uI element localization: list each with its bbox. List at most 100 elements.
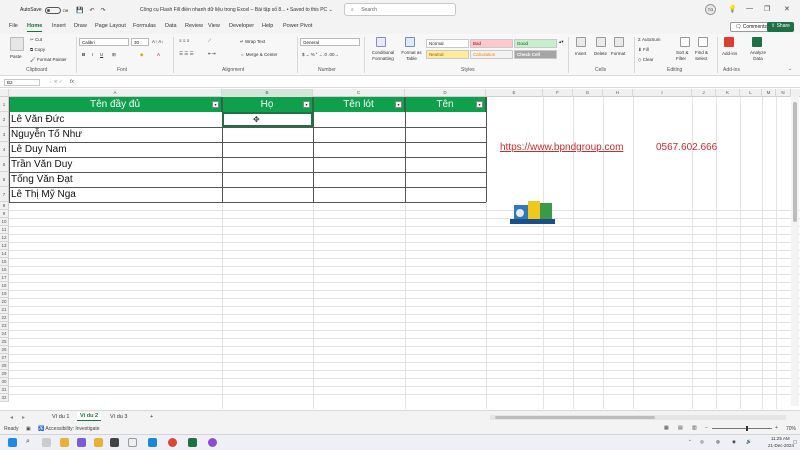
- paste-label[interactable]: Paste: [10, 54, 22, 59]
- app-icon[interactable]: [110, 438, 119, 447]
- style-bad[interactable]: Bad: [470, 39, 513, 48]
- format-as-table-icon[interactable]: [405, 37, 415, 47]
- network-icon[interactable]: ◉: [732, 439, 736, 445]
- conditional-formatting-icon[interactable]: [376, 37, 386, 47]
- tab-insert[interactable]: Insert: [52, 23, 66, 29]
- column-header[interactable]: H: [603, 89, 633, 97]
- volume-icon[interactable]: 🔊: [746, 439, 752, 445]
- folder-icon[interactable]: [94, 438, 103, 447]
- align-top-icon[interactable]: ≡ ≡ ≡: [179, 38, 189, 43]
- tab-help[interactable]: Help: [262, 23, 273, 29]
- analyze-data-icon[interactable]: [752, 37, 762, 47]
- app-icon[interactable]: [77, 438, 86, 447]
- row-header[interactable]: 10: [0, 218, 9, 226]
- delete-cells-icon[interactable]: [596, 37, 606, 47]
- undo-icon[interactable]: ↶: [89, 7, 94, 14]
- autosum-button[interactable]: Σ AutoSum: [638, 37, 661, 42]
- fx-icon[interactable]: fx: [70, 79, 74, 85]
- analyze-data-label[interactable]: Analyze Data: [748, 50, 768, 62]
- insert-label[interactable]: Insert: [575, 51, 586, 56]
- wrap-text-button[interactable]: ↵ Wrap Text: [240, 39, 265, 45]
- row-header[interactable]: 29: [0, 370, 9, 378]
- minimize-button[interactable]: —: [746, 5, 753, 12]
- table-header-cell[interactable]: Tên đầy đủ ▾: [9, 97, 222, 112]
- row-header[interactable]: 19: [0, 290, 9, 298]
- column-header[interactable]: M: [762, 89, 776, 97]
- column-header[interactable]: I: [633, 89, 692, 97]
- addins-icon[interactable]: [724, 37, 734, 47]
- styles-scroll-icon[interactable]: ▴▾: [559, 39, 564, 45]
- format-painter-button[interactable]: 🖌 Format Painter: [30, 57, 67, 63]
- chrome-browser-icon[interactable]: [168, 438, 177, 447]
- task-view-icon[interactable]: [42, 438, 51, 447]
- addins-label[interactable]: Add-ins: [722, 51, 737, 56]
- underline-icon[interactable]: U: [100, 52, 103, 57]
- row-header[interactable]: 24: [0, 330, 9, 338]
- restore-button[interactable]: ❐: [764, 5, 770, 13]
- zoom-slider-handle[interactable]: [746, 426, 748, 431]
- bold-icon[interactable]: B: [82, 52, 85, 57]
- tab-page-layout[interactable]: Page Layout: [95, 23, 126, 29]
- app-tray-icon[interactable]: ◍: [716, 439, 720, 445]
- normal-view-icon[interactable]: ▦: [664, 425, 669, 431]
- column-header[interactable]: E: [486, 89, 543, 97]
- row-header[interactable]: 18: [0, 282, 9, 290]
- row-header[interactable]: 2: [0, 112, 9, 127]
- notifications-icon[interactable]: ▢: [793, 439, 797, 445]
- row-header[interactable]: 31: [0, 386, 9, 394]
- page-layout-view-icon[interactable]: ▤: [678, 425, 683, 431]
- save-icon[interactable]: 💾: [76, 7, 83, 14]
- row-header[interactable]: 8: [0, 202, 9, 210]
- paste-icon[interactable]: [10, 37, 24, 51]
- row-header[interactable]: 32: [0, 394, 9, 402]
- app-tray-icon[interactable]: ◎: [700, 439, 704, 445]
- sheet-tab[interactable]: Ví du 1: [52, 414, 69, 420]
- document-title[interactable]: Công cụ Flash Fill điền nhanh dữ liệu tr…: [140, 7, 333, 13]
- table-cell[interactable]: Lê Thị Mỹ Nga: [10, 187, 76, 202]
- row-header[interactable]: 23: [0, 322, 9, 330]
- selected-cell[interactable]: [222, 112, 313, 127]
- column-header[interactable]: K: [716, 89, 740, 97]
- borders-icon[interactable]: ⊞: [112, 52, 116, 58]
- search-icon[interactable]: ⌕: [26, 438, 30, 446]
- file-explorer-icon[interactable]: [60, 438, 69, 447]
- autosave-toggle[interactable]: [44, 6, 61, 14]
- system-tray-icon[interactable]: ⌃: [688, 439, 692, 445]
- name-box[interactable]: B2: [4, 79, 40, 86]
- font-color-icon[interactable]: A: [157, 52, 160, 57]
- accounting-icon[interactable]: $ ⌄ % ❜ ←.0 .00→: [302, 52, 339, 58]
- row-header[interactable]: 4: [0, 142, 9, 157]
- tab-data[interactable]: Data: [165, 23, 177, 29]
- table-header-cell[interactable]: Họ ▾: [222, 97, 313, 112]
- column-header[interactable]: D: [405, 89, 486, 97]
- format-label[interactable]: Format: [611, 51, 625, 56]
- sheet-tab-active[interactable]: Ví du 2: [77, 412, 102, 421]
- row-header[interactable]: 1: [0, 97, 9, 112]
- share-button[interactable]: ⇪ Share: [767, 22, 794, 32]
- app-icon[interactable]: [208, 438, 217, 447]
- row-header[interactable]: 14: [0, 250, 9, 258]
- accessibility-status[interactable]: ♿ Accessibility: Investigate: [38, 426, 100, 432]
- column-header[interactable]: L: [740, 89, 762, 97]
- row-header[interactable]: 16: [0, 266, 9, 274]
- merge-center-button[interactable]: ⇔ Merge & Center: [240, 52, 278, 57]
- lightbulb-icon[interactable]: 💡: [728, 5, 737, 13]
- tab-home[interactable]: Home: [27, 23, 43, 32]
- zoom-out-icon[interactable]: −: [705, 425, 708, 431]
- tab-power-pivot[interactable]: Power Pivot: [283, 23, 312, 29]
- filter-dropdown-icon[interactable]: ▾: [395, 101, 402, 108]
- row-header[interactable]: 9: [0, 210, 9, 218]
- tab-developer[interactable]: Developer: [229, 23, 254, 29]
- increase-font-icon[interactable]: A↑ A↓: [152, 39, 164, 44]
- close-button[interactable]: ✕: [784, 5, 790, 13]
- tab-draw[interactable]: Draw: [74, 23, 87, 29]
- style-normal[interactable]: Normal: [426, 39, 469, 48]
- zoom-in-icon[interactable]: +: [775, 425, 778, 431]
- table-header-cell[interactable]: Tên ▾: [405, 97, 486, 112]
- row-header[interactable]: 30: [0, 378, 9, 386]
- redo-icon[interactable]: ↷: [100, 7, 105, 14]
- sort-filter-label[interactable]: Sort & Filter: [676, 50, 696, 62]
- windows-start-icon[interactable]: [8, 438, 17, 447]
- column-header[interactable]: N: [776, 89, 791, 97]
- filter-dropdown-icon[interactable]: ▾: [476, 101, 483, 108]
